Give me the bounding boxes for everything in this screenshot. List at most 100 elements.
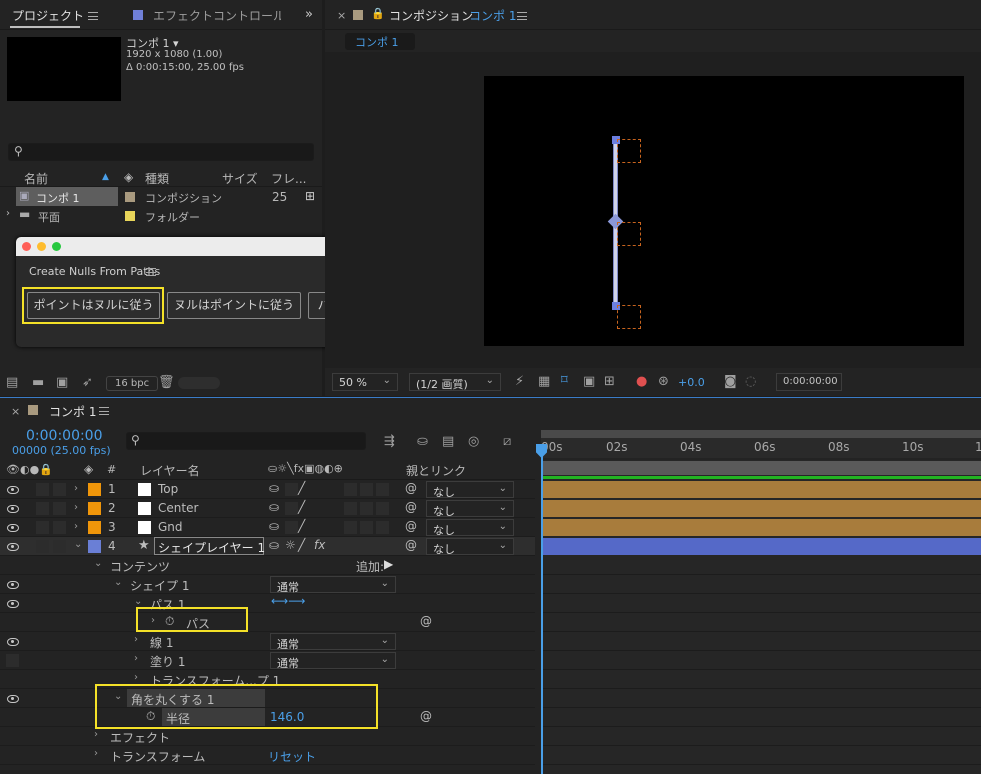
col-size[interactable]: サイズ <box>222 170 258 187</box>
tab-composition-name[interactable]: コンポ 1 <box>469 7 516 24</box>
null-gnd[interactable] <box>617 305 641 329</box>
panel-overflow-icon[interactable]: » <box>305 7 313 22</box>
layer-name[interactable]: Gnd <box>158 520 183 534</box>
col-type[interactable]: 種類 <box>145 170 169 187</box>
chevron-down-icon[interactable]: ⌄ <box>114 577 122 588</box>
col-name[interactable]: 名前 <box>24 170 48 187</box>
effects-row[interactable]: › エフェクト <box>0 727 535 746</box>
null-center[interactable] <box>617 222 641 246</box>
eye-icon[interactable] <box>7 638 19 646</box>
parent-dropdown[interactable]: なし ⌄ <box>426 538 514 556</box>
region-of-interest-icon[interactable]: ▣ <box>583 374 595 389</box>
show-snapshot-icon[interactable]: ◌ <box>745 374 756 389</box>
col-layer-name[interactable]: レイヤー名 <box>140 462 200 479</box>
eye-icon[interactable] <box>7 505 19 513</box>
zoom-dropdown[interactable]: 50 % ⌄ <box>332 373 398 391</box>
interpret-footage-icon[interactable]: ▤ <box>6 375 18 390</box>
layer-label-color[interactable] <box>88 502 101 515</box>
parent-dropdown[interactable]: なし ⌄ <box>426 519 514 537</box>
transparency-grid-icon[interactable]: ▦ <box>538 374 550 389</box>
close-tab-icon[interactable]: × <box>11 405 20 418</box>
close-window-icon[interactable] <box>22 242 31 251</box>
pickwhip-icon[interactable]: @ <box>405 500 417 514</box>
lock-switch[interactable] <box>53 540 66 553</box>
blend-mode-dropdown[interactable]: 通常 ⌄ <box>270 652 396 670</box>
pickwhip-icon[interactable]: @ <box>420 709 432 723</box>
eye-icon[interactable] <box>7 486 19 494</box>
motion-blur-switch[interactable] <box>376 502 389 515</box>
pickwhip-icon[interactable]: @ <box>405 481 417 495</box>
layer-row-2[interactable]: › 2 Center ⛀ ╱ @ なし ⌄ <box>0 499 535 518</box>
layer-bar-center[interactable] <box>541 500 981 517</box>
chevron-right-icon[interactable]: › <box>74 483 78 494</box>
layer-bar-gnd[interactable] <box>541 519 981 536</box>
lock-switch[interactable] <box>53 483 66 496</box>
pickwhip-icon[interactable]: @ <box>420 614 432 628</box>
eye-icon[interactable] <box>7 600 19 608</box>
fast-preview-icon[interactable]: ⚡ <box>515 374 524 389</box>
comp-timecode[interactable]: 0:00:00:00 <box>776 373 842 391</box>
dialog-menu-icon[interactable] <box>146 268 156 276</box>
motion-blur-switch[interactable] <box>376 483 389 496</box>
quality-switch-icon[interactable]: ╱ <box>298 500 305 514</box>
layer-row-3[interactable]: › 3 Gnd ⛀ ╱ @ なし ⌄ <box>0 518 535 537</box>
effect-switch[interactable] <box>344 521 357 534</box>
layer-row-1[interactable]: › 1 Top ⛀ ╱ @ なし ⌄ <box>0 480 535 499</box>
chevron-right-icon[interactable]: › <box>134 634 138 645</box>
add-play-icon[interactable]: ▶ <box>384 557 393 571</box>
comp-menu-icon[interactable] <box>517 12 527 20</box>
timeline-timecode[interactable]: 0:00:00:00 <box>26 428 103 444</box>
eye-icon[interactable] <box>7 695 19 703</box>
lock-icon[interactable]: 🔒 <box>371 7 385 20</box>
solo-switch[interactable] <box>36 540 49 553</box>
layer-name[interactable]: Center <box>158 501 198 515</box>
new-comp-icon[interactable]: ▣ <box>56 375 68 390</box>
chevron-right-icon[interactable]: › <box>74 521 78 532</box>
project-menu-icon[interactable] <box>88 12 98 20</box>
chevron-down-icon[interactable]: ⌄ <box>94 558 102 569</box>
chevron-right-icon[interactable]: › <box>94 748 98 759</box>
grid-guides-icon[interactable]: ⊞ <box>604 374 615 389</box>
quality-switch-icon[interactable]: ╱ <box>298 538 305 552</box>
pickwhip-icon[interactable]: @ <box>405 538 417 552</box>
minimize-window-icon[interactable] <box>37 242 46 251</box>
new-folder-icon[interactable]: ▬ <box>32 375 44 390</box>
eye-icon[interactable] <box>7 581 19 589</box>
frame-blending-icon[interactable]: ▤ <box>442 434 454 449</box>
path1-row[interactable]: ⌄ パス 1 ⟷⟶ <box>0 594 535 613</box>
sort-asc-icon[interactable]: ▲ <box>102 172 109 182</box>
shy-switch-icon[interactable]: ⛀ <box>269 500 279 514</box>
collapse-switch-icon[interactable]: ☼ <box>285 538 296 552</box>
time-navigator-bar[interactable] <box>541 461 981 475</box>
reset-link[interactable]: リセット <box>268 748 316 765</box>
comp-mini-flowchart-icon[interactable]: ⇶ <box>384 434 395 449</box>
comp-canvas[interactable] <box>484 76 964 346</box>
layer-name[interactable]: Top <box>158 482 178 496</box>
parent-dropdown[interactable]: なし ⌄ <box>426 481 514 499</box>
zoom-window-icon[interactable] <box>52 242 61 251</box>
shy-switch-icon[interactable]: ⛀ <box>269 519 279 533</box>
thumbnail-slider[interactable] <box>178 377 220 389</box>
timeline-tab[interactable]: コンポ 1 <box>49 403 96 420</box>
lock-switch[interactable] <box>53 502 66 515</box>
pickwhip-icon[interactable]: @ <box>405 519 417 533</box>
layer-label-color[interactable] <box>88 521 101 534</box>
solo-switch[interactable] <box>36 521 49 534</box>
lock-switch[interactable] <box>53 521 66 534</box>
effect-switch[interactable] <box>344 502 357 515</box>
bpc-button[interactable]: 16 bpc <box>106 376 159 391</box>
tab-project[interactable]: プロジェクト <box>12 7 84 24</box>
collapse-switch[interactable] <box>285 521 298 534</box>
col-parent[interactable]: 親とリンク <box>406 462 466 479</box>
resolution-dropdown[interactable]: (1/2 画質) ⌄ <box>409 373 501 391</box>
trash-icon[interactable]: 🗑 <box>158 375 175 390</box>
project-item-row[interactable]: ▣ コンポ 1 コンポジション 25 ⊞ <box>0 187 322 206</box>
layer-row-4[interactable]: ⌄ 4 ★ シェイプレイヤー 1 ⛀ ☼ ╱ fx @ なし ⌄ <box>0 537 535 556</box>
layer-bar-top[interactable] <box>541 481 981 498</box>
layer-bar-shape[interactable] <box>541 538 981 555</box>
fx-icon[interactable]: fx <box>314 538 325 552</box>
close-tab-icon[interactable]: × <box>337 9 346 22</box>
contents-row[interactable]: ⌄ コンテンツ 追加: ▶ <box>0 556 535 575</box>
eye-icon[interactable] <box>7 543 19 551</box>
shy-switch-icon[interactable]: ⛀ <box>269 481 279 495</box>
